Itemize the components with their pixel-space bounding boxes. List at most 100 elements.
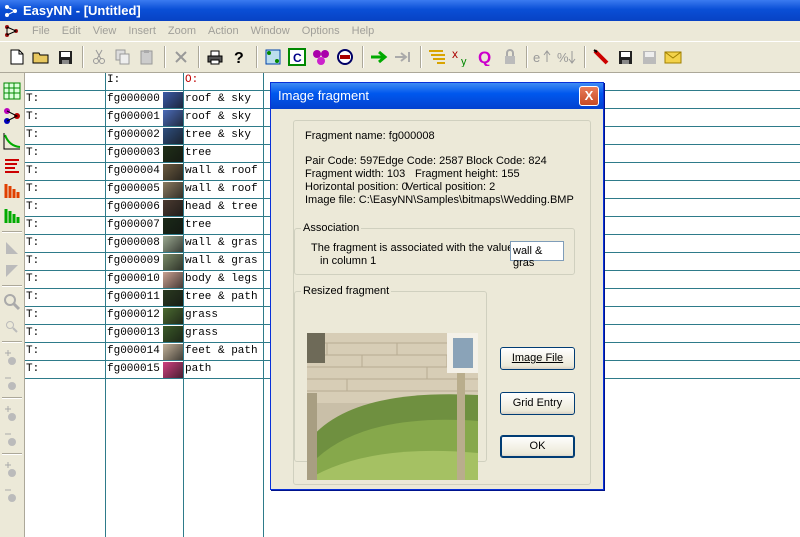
input-column-header[interactable]: I: [107, 72, 120, 89]
add-node-icon[interactable] [2, 348, 22, 368]
query-icon[interactable]: Q [474, 46, 496, 68]
output-label-cell[interactable]: roof & sky [185, 109, 251, 126]
menu-file[interactable]: File [26, 25, 56, 37]
row-type-cell[interactable]: T: [26, 91, 39, 108]
row-type-cell[interactable]: T: [26, 235, 39, 252]
output-label-cell[interactable]: wall & gras [185, 253, 258, 270]
image-file-button[interactable]: Image File [500, 347, 575, 370]
output-label-cell[interactable]: tree [185, 145, 211, 162]
remove-connection-icon[interactable] [2, 485, 22, 505]
close-button[interactable]: X [579, 86, 599, 106]
menu-edit[interactable]: Edit [56, 25, 87, 37]
mail-icon[interactable] [662, 46, 684, 68]
xy-icon[interactable]: xy [450, 46, 472, 68]
association-value-field[interactable]: wall & gras [510, 241, 564, 269]
ok-button[interactable]: OK [500, 435, 575, 458]
error-up-icon[interactable]: e [532, 46, 554, 68]
predictions-icon[interactable] [2, 156, 22, 176]
column-chart-icon[interactable] [2, 238, 22, 258]
open-icon[interactable] [30, 46, 52, 68]
sensitivity-icon[interactable] [2, 206, 22, 226]
fragment-name-cell[interactable]: fg000015 [107, 361, 160, 378]
row-type-cell[interactable]: T: [26, 163, 39, 180]
zoom-icon[interactable] [2, 292, 22, 312]
add-connection-icon[interactable] [2, 460, 22, 480]
learning-graph-icon[interactable] [2, 131, 22, 151]
network-view-icon[interactable] [2, 106, 22, 126]
row-chart-icon[interactable] [2, 261, 22, 281]
fragment-name-cell[interactable]: fg000012 [107, 307, 160, 324]
fragment-name-cell[interactable]: fg000005 [107, 181, 160, 198]
step-icon[interactable] [392, 46, 414, 68]
output-column-header[interactable]: O: [185, 72, 198, 89]
menu-action[interactable]: Action [202, 25, 245, 37]
network-icon[interactable] [310, 46, 332, 68]
help-icon[interactable]: ? [228, 46, 250, 68]
menu-insert[interactable]: Insert [122, 25, 162, 37]
fragment-name-cell[interactable]: fg000009 [107, 253, 160, 270]
menu-options[interactable]: Options [296, 25, 346, 37]
row-type-cell[interactable]: T: [26, 217, 39, 234]
row-type-cell[interactable]: T: [26, 181, 39, 198]
lock-icon[interactable] [498, 46, 520, 68]
output-label-cell[interactable]: tree [185, 217, 211, 234]
row-type-cell[interactable]: T: [26, 199, 39, 216]
save-icon[interactable] [54, 46, 76, 68]
pen-icon[interactable] [590, 46, 612, 68]
cut-icon[interactable] [88, 46, 110, 68]
menu-help[interactable]: Help [346, 25, 381, 37]
output-label-cell[interactable]: roof & sky [185, 91, 251, 108]
fragment-name-cell[interactable]: fg000014 [107, 343, 160, 360]
zoom-out-icon[interactable] [2, 317, 22, 337]
row-type-cell[interactable]: T: [26, 361, 39, 378]
row-type-cell[interactable]: T: [26, 253, 39, 270]
output-label-cell[interactable]: path [185, 361, 211, 378]
fragment-name-cell[interactable]: fg000002 [107, 127, 160, 144]
delete-icon[interactable] [170, 46, 192, 68]
add-layer-icon[interactable] [2, 404, 22, 424]
new-icon[interactable] [6, 46, 28, 68]
copy-icon[interactable] [112, 46, 134, 68]
fragment-name-cell[interactable]: fg000008 [107, 235, 160, 252]
fragment-name-cell[interactable]: fg000010 [107, 271, 160, 288]
output-label-cell[interactable]: feet & path [185, 343, 258, 360]
disk-icon[interactable] [638, 46, 660, 68]
row-type-cell[interactable]: T: [26, 325, 39, 342]
query-pattern-icon[interactable] [426, 46, 448, 68]
grid-entry-button[interactable]: Grid Entry [500, 392, 575, 415]
error-down-icon[interactable]: % [556, 46, 578, 68]
output-label-cell[interactable]: grass [185, 307, 218, 324]
fragment-name-cell[interactable]: fg000001 [107, 109, 160, 126]
row-type-cell[interactable]: T: [26, 289, 39, 306]
fragment-name-cell[interactable]: fg000007 [107, 217, 160, 234]
output-label-cell[interactable]: wall & roof [185, 163, 258, 180]
output-label-cell[interactable]: wall & roof [185, 181, 258, 198]
menu-view[interactable]: View [87, 25, 123, 37]
remove-layer-icon[interactable] [2, 429, 22, 449]
remove-node-icon[interactable] [2, 373, 22, 393]
importance-icon[interactable] [2, 181, 22, 201]
menu-window[interactable]: Window [245, 25, 296, 37]
grid-view-icon[interactable] [2, 81, 22, 101]
output-label-cell[interactable]: tree & sky [185, 127, 251, 144]
fragment-name-cell[interactable]: fg000006 [107, 199, 160, 216]
fragment-name-cell[interactable]: fg000003 [107, 145, 160, 162]
grid-fit-icon[interactable] [262, 46, 284, 68]
row-type-cell[interactable]: T: [26, 343, 39, 360]
menu-zoom[interactable]: Zoom [162, 25, 202, 37]
print-icon[interactable] [204, 46, 226, 68]
stop-icon[interactable] [334, 46, 356, 68]
output-label-cell[interactable]: grass [185, 325, 218, 342]
calculate-icon[interactable]: C [286, 46, 308, 68]
fragment-name-cell[interactable]: fg000011 [107, 289, 160, 306]
row-type-cell[interactable]: T: [26, 109, 39, 126]
fragment-name-cell[interactable]: fg000000 [107, 91, 160, 108]
learn-icon[interactable] [368, 46, 390, 68]
row-type-cell[interactable]: T: [26, 307, 39, 324]
fragment-name-cell[interactable]: fg000004 [107, 163, 160, 180]
output-label-cell[interactable]: tree & path [185, 289, 258, 306]
output-label-cell[interactable]: wall & gras [185, 235, 258, 252]
document-network-icon[interactable] [4, 24, 20, 38]
fragment-name-cell[interactable]: fg000013 [107, 325, 160, 342]
output-label-cell[interactable]: head & tree [185, 199, 258, 216]
